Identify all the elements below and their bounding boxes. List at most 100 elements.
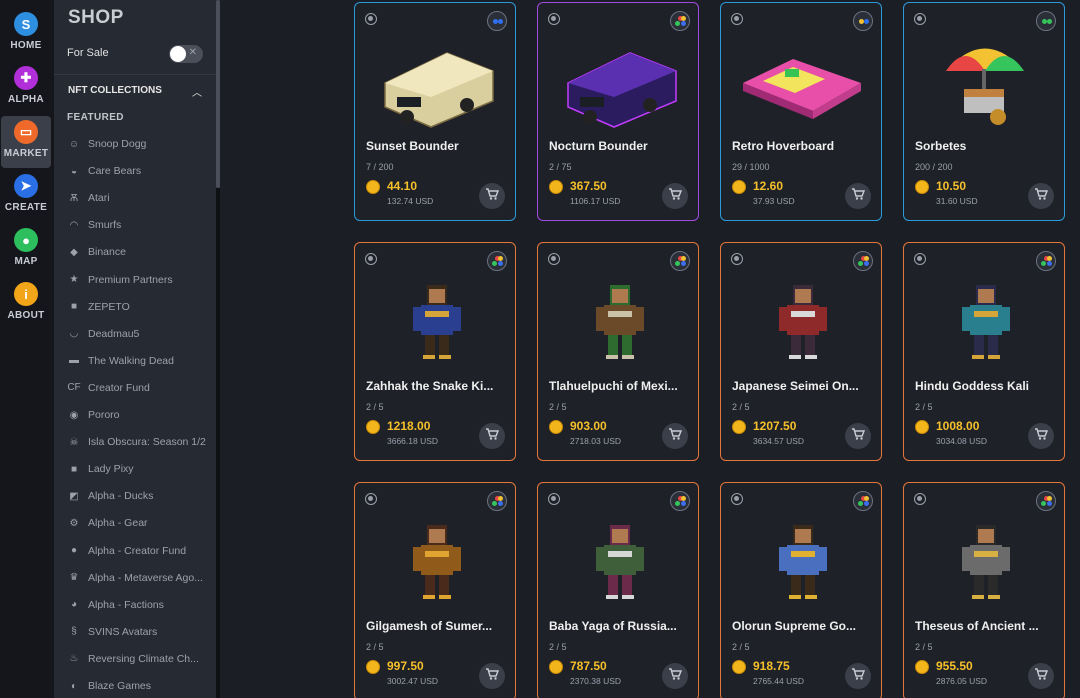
cart-icon bbox=[668, 667, 683, 685]
collection-item[interactable]: ⚙ Alpha - Gear bbox=[67, 514, 215, 532]
collection-item[interactable]: ● Alpha - Creator Fund bbox=[67, 542, 215, 560]
square-icon: ■ bbox=[70, 301, 78, 313]
add-to-cart-button[interactable] bbox=[1028, 423, 1054, 449]
rail-item-alpha[interactable]: ✚ ALPHA bbox=[0, 62, 52, 114]
nft-image bbox=[733, 31, 871, 131]
collection-item[interactable]: ◡ Deadmau5 bbox=[67, 325, 215, 343]
rail-item-map[interactable]: ● MAP bbox=[0, 224, 52, 276]
nft-supply: 2 / 5 bbox=[549, 402, 567, 412]
collection-item[interactable]: ◕ Alpha - Factions bbox=[67, 596, 215, 614]
add-to-cart-button[interactable] bbox=[1028, 183, 1054, 209]
nft-card[interactable]: Sunset Bounder 7 / 200 44.10 132.74 USD bbox=[354, 2, 516, 221]
collection-label: Alpha - Creator Fund bbox=[88, 544, 187, 557]
sidebar-scrollbar-thumb[interactable] bbox=[216, 0, 220, 188]
add-to-cart-button[interactable] bbox=[662, 663, 688, 689]
sand-coin-icon bbox=[915, 420, 929, 434]
nft-price: 787.50 bbox=[570, 659, 607, 673]
collection-item[interactable]: ♛ Alpha - Metaverse Ago... bbox=[67, 569, 215, 587]
nft-card[interactable]: Gilgamesh of Sumer... 2 / 5 997.50 3002.47 … bbox=[354, 482, 516, 698]
nft-card[interactable]: Baba Yaga of Russia... 2 / 5 787.50 2370.38… bbox=[537, 482, 699, 698]
nft-price: 1207.50 bbox=[753, 419, 797, 433]
gear-icon bbox=[731, 493, 743, 505]
gear-icon bbox=[365, 493, 377, 505]
nft-image bbox=[367, 31, 505, 131]
chevron-up-icon[interactable]: ︿ bbox=[192, 84, 202, 99]
collection-label: Lady Pixy bbox=[88, 463, 134, 476]
nft-card[interactable]: Zahhak the Snake Ki... 2 / 5 1218.00 3666.1… bbox=[354, 242, 516, 461]
gear-icon bbox=[914, 253, 926, 265]
binance-icon: ◆ bbox=[70, 246, 78, 258]
collection-item[interactable]: § SVINS Avatars bbox=[67, 623, 215, 641]
bear-icon: ◒ bbox=[70, 165, 78, 177]
nft-price: 955.50 bbox=[936, 659, 973, 673]
collection-item[interactable]: ◆ Binance bbox=[67, 243, 215, 261]
collection-item[interactable]: ◩ Alpha - Ducks bbox=[67, 487, 215, 505]
sand-coin-icon bbox=[549, 180, 563, 194]
nft-image bbox=[550, 271, 688, 371]
cart-icon bbox=[851, 187, 866, 205]
add-to-cart-button[interactable] bbox=[845, 183, 871, 209]
collection-item[interactable]: ◐ Blaze Games bbox=[67, 677, 215, 695]
nft-image bbox=[733, 271, 871, 371]
add-to-cart-button[interactable] bbox=[1028, 663, 1054, 689]
sand-coin-icon bbox=[732, 420, 746, 434]
penguin-icon: ◉ bbox=[69, 409, 79, 421]
rarity-badge-icon bbox=[670, 251, 690, 271]
add-to-cart-button[interactable] bbox=[845, 423, 871, 449]
square-icon: ■ bbox=[70, 463, 78, 475]
collection-item[interactable]: ☺ Snoop Dogg bbox=[67, 135, 215, 153]
collection-item[interactable]: CF Creator Fund bbox=[67, 379, 215, 397]
rail-label: MARKET bbox=[3, 148, 49, 159]
collection-item[interactable]: Ѫ Atari bbox=[67, 189, 215, 207]
collection-item[interactable]: ☠ Isla Obscura: Season 1/2 bbox=[67, 433, 215, 451]
nft-card[interactable]: Tlahuelpuchi of Mexi... 2 / 5 903.00 2718.0… bbox=[537, 242, 699, 461]
collection-item[interactable]: ■ ZEPETO bbox=[67, 298, 215, 316]
collection-item[interactable]: ★ Premium Partners bbox=[67, 271, 215, 289]
collection-item[interactable]: ■ Lady Pixy bbox=[67, 460, 215, 478]
nft-card[interactable]: Nocturn Bounder 2 / 75 367.50 1106.17 USD bbox=[537, 2, 699, 221]
nft-price: 918.75 bbox=[753, 659, 790, 673]
nft-card[interactable]: Retro Hoverboard 29 / 1000 12.60 37.93 USD bbox=[720, 2, 882, 221]
cart-icon bbox=[485, 667, 500, 685]
shop-title: SHOP bbox=[68, 7, 124, 28]
rail-item-about[interactable]: i ABOUT bbox=[0, 278, 52, 330]
cf-icon: CF bbox=[67, 382, 81, 394]
nft-card[interactable]: Hindu Goddess Kali 2 / 5 1008.00 3034.08 US… bbox=[903, 242, 1065, 461]
nft-card[interactable]: Sorbetes 200 / 200 10.50 31.60 USD bbox=[903, 2, 1065, 221]
collection-label: Snoop Dogg bbox=[88, 138, 147, 150]
rarity-badge-icon bbox=[853, 491, 873, 511]
nft-name: Gilgamesh of Sumer... bbox=[366, 619, 493, 633]
skull-icon: ☠ bbox=[69, 436, 79, 448]
rail-item-home[interactable]: S HOME bbox=[0, 8, 52, 60]
nft-card[interactable]: Theseus of Ancient ... 2 / 5 955.50 2876.05… bbox=[903, 482, 1065, 698]
nft-card[interactable]: Japanese Seimei On... 2 / 5 1207.50 3634.57… bbox=[720, 242, 882, 461]
collection-item[interactable]: ♨ Reversing Climate Ch... bbox=[67, 650, 215, 668]
nft-collections-header[interactable]: NFT COLLECTIONS bbox=[68, 85, 162, 96]
cart-icon bbox=[668, 187, 683, 205]
add-to-cart-button[interactable] bbox=[479, 663, 505, 689]
sidebar-scrollbar-track[interactable] bbox=[216, 188, 220, 698]
for-sale-toggle[interactable]: ✕ bbox=[169, 45, 203, 63]
add-to-cart-button[interactable] bbox=[479, 183, 505, 209]
home-icon: S bbox=[14, 12, 38, 36]
rocket-icon: ➤ bbox=[14, 174, 38, 198]
nft-usd-price: 3634.57 USD bbox=[753, 436, 805, 446]
nft-supply: 2 / 75 bbox=[549, 162, 572, 172]
add-to-cart-button[interactable] bbox=[479, 423, 505, 449]
nft-card[interactable]: Olorun Supreme Go... 2 / 5 918.75 2765.44 U… bbox=[720, 482, 882, 698]
collection-item[interactable]: ◠ Smurfs bbox=[67, 216, 215, 234]
add-to-cart-button[interactable] bbox=[662, 423, 688, 449]
nft-name: Zahhak the Snake Ki... bbox=[366, 379, 494, 393]
collection-item[interactable]: ◒ Care Bears bbox=[67, 162, 215, 180]
nft-usd-price: 1106.17 USD bbox=[570, 196, 621, 206]
rail-item-market[interactable]: ▭ MARKET bbox=[1, 116, 51, 168]
nft-price: 10.50 bbox=[936, 179, 967, 193]
shop-sidebar bbox=[54, 0, 220, 698]
add-to-cart-button[interactable] bbox=[845, 663, 871, 689]
rarity-badge-icon bbox=[670, 491, 690, 511]
collection-item[interactable]: ◉ Pororo bbox=[67, 406, 215, 424]
gear-icon bbox=[365, 13, 377, 25]
rail-item-create[interactable]: ➤ CREATE bbox=[0, 170, 52, 222]
collection-item[interactable]: ▬ The Walking Dead bbox=[67, 352, 215, 370]
add-to-cart-button[interactable] bbox=[662, 183, 688, 209]
